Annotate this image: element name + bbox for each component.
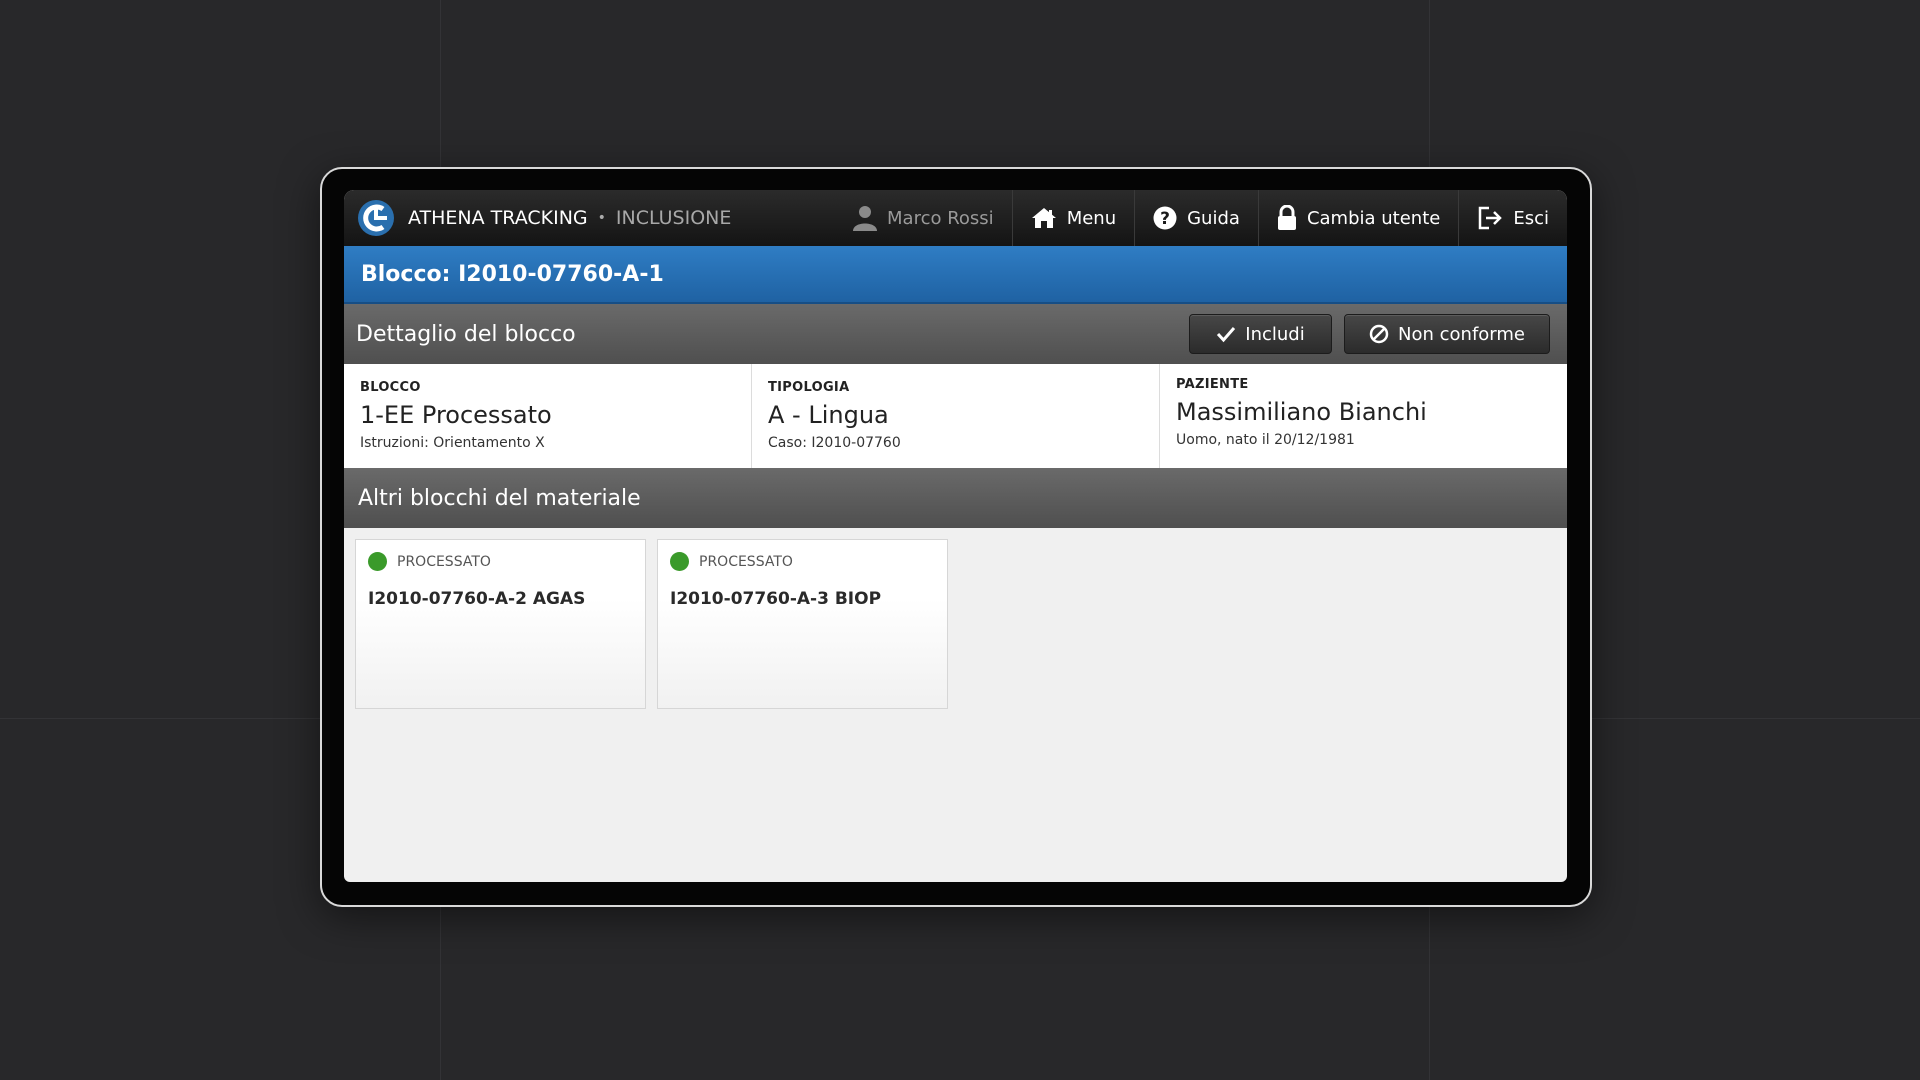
detail-label: BLOCCO	[360, 380, 421, 395]
detail-block: BLOCCO 1-EE Processato Istruzioni: Orien…	[344, 364, 752, 468]
check-icon	[1217, 327, 1236, 343]
app-section: INCLUSIONE	[615, 207, 732, 229]
logout-icon	[1479, 206, 1503, 230]
status-dot-icon	[670, 552, 689, 571]
block-detail-header: Dettaglio del blocco Includi Non conform…	[344, 304, 1567, 364]
block-status: PROCESSATO	[368, 552, 633, 571]
detail-patient: PAZIENTE Massimiliano Bianchi Uomo, nato…	[1160, 364, 1567, 468]
app-title: ATHENA TRACKING	[408, 207, 588, 229]
include-label: Includi	[1245, 323, 1305, 345]
menu-label: Menu	[1066, 207, 1117, 229]
detail-subtext: Uomo, nato il 20/12/1981	[1176, 432, 1355, 448]
block-name: I2010-07760-A-3 BIOP	[670, 589, 882, 609]
include-button[interactable]: Includi	[1189, 314, 1332, 354]
athena-logo-icon	[356, 198, 396, 238]
detail-label: PAZIENTE	[1176, 377, 1249, 392]
user-icon	[853, 206, 878, 231]
user-name: Marco Rossi	[887, 207, 994, 229]
non-conforming-label: Non conforme	[1398, 323, 1525, 345]
title-separator: •	[597, 210, 606, 226]
exit-button[interactable]: Esci	[1458, 190, 1567, 246]
block-status-label: PROCESSATO	[397, 553, 491, 570]
prohibited-icon	[1369, 324, 1389, 344]
switch-user-label: Cambia utente	[1306, 207, 1441, 229]
detail-value: A - Lingua	[768, 401, 889, 429]
block-name: I2010-07760-A-2 AGAS	[368, 589, 586, 609]
other-blocks-header: Altri blocchi del materiale	[344, 468, 1567, 528]
exit-label: Esci	[1513, 207, 1549, 229]
detail-value: Massimiliano Bianchi	[1176, 398, 1427, 426]
svg-text:?: ?	[1160, 209, 1170, 229]
menu-button[interactable]: Menu	[1011, 190, 1134, 246]
home-icon	[1031, 208, 1056, 228]
block-status: PROCESSATO	[670, 552, 935, 571]
detail-type: TIPOLOGIA A - Lingua Caso: I2010-07760	[752, 364, 1160, 468]
other-blocks-list: PROCESSATO I2010-07760-A-2 AGAS PROCESSA…	[344, 528, 1567, 709]
detail-label: TIPOLOGIA	[768, 380, 850, 395]
page-title: Blocco: I2010-07760-A-1	[344, 246, 1567, 304]
block-status-label: PROCESSATO	[699, 553, 793, 570]
status-dot-icon	[368, 552, 387, 571]
help-button[interactable]: ? Guida	[1134, 190, 1258, 246]
lock-icon	[1277, 205, 1296, 230]
block-details: BLOCCO 1-EE Processato Istruzioni: Orien…	[344, 364, 1567, 468]
non-conforming-button[interactable]: Non conforme	[1344, 314, 1550, 354]
switch-user-button[interactable]: Cambia utente	[1257, 190, 1458, 246]
current-user: Marco Rossi	[835, 190, 1012, 246]
block-detail-title: Dettaglio del blocco	[356, 321, 576, 347]
top-navigation-bar: ATHENA TRACKING • INCLUSIONE Marco Rossi…	[344, 190, 1567, 246]
detail-value: 1-EE Processato	[360, 401, 552, 429]
other-blocks-title: Altri blocchi del materiale	[358, 485, 641, 511]
block-card[interactable]: PROCESSATO I2010-07760-A-3 BIOP	[657, 539, 948, 709]
block-card[interactable]: PROCESSATO I2010-07760-A-2 AGAS	[355, 539, 646, 709]
help-label: Guida	[1187, 207, 1240, 229]
detail-subtext: Caso: I2010-07760	[768, 435, 901, 451]
detail-subtext: Istruzioni: Orientamento X	[360, 435, 545, 451]
app-screen: ATHENA TRACKING • INCLUSIONE Marco Rossi…	[344, 190, 1567, 882]
help-icon: ?	[1153, 206, 1177, 230]
